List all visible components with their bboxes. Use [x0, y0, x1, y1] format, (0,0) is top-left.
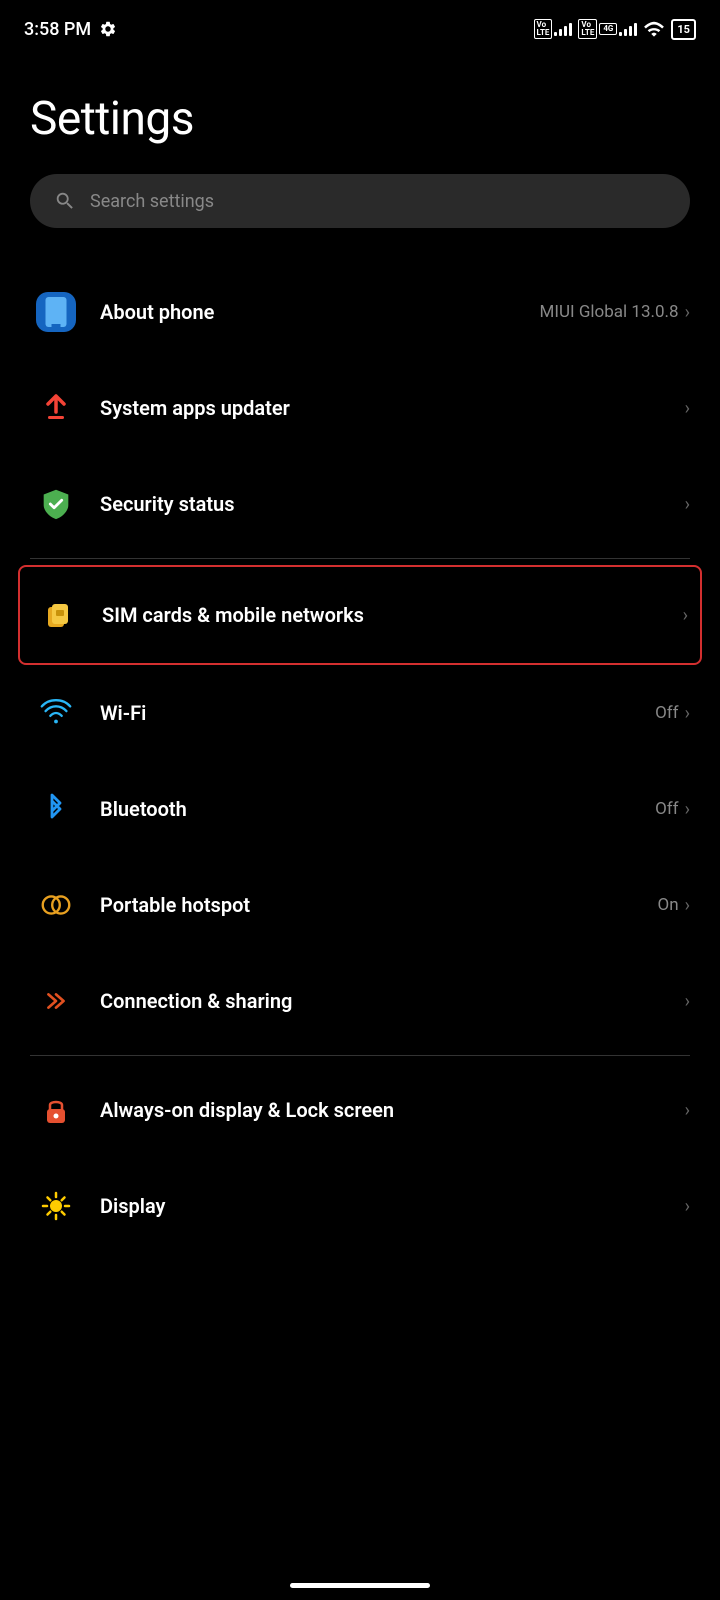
- divider-1: [30, 558, 690, 559]
- hotspot-right: On ›: [658, 895, 691, 916]
- bar1: [554, 32, 557, 36]
- home-indicator: [290, 1583, 430, 1588]
- settings-item-bluetooth[interactable]: Bluetooth Off ›: [30, 761, 690, 857]
- search-bar[interactable]: Search settings: [30, 174, 690, 228]
- battery-level: 15: [677, 23, 690, 36]
- bluetooth-label: Bluetooth: [100, 797, 187, 821]
- security-status-label: Security status: [100, 492, 234, 516]
- sim-cards-label: SIM cards & mobile networks: [102, 603, 364, 627]
- sim-cards-icon: [32, 589, 84, 641]
- always-on-label: Always-on display & Lock screen: [100, 1098, 394, 1122]
- volte-badge-2: VoLTE: [578, 19, 597, 39]
- security-status-icon: [30, 478, 82, 530]
- connection-chevron: ›: [685, 991, 690, 1012]
- wifi-content: Wi-Fi: [100, 700, 655, 726]
- system-apps-label: System apps updater: [100, 396, 290, 420]
- status-time-area: 3:58 PM: [24, 19, 117, 40]
- signal-bars-1: [554, 22, 572, 36]
- bar1: [619, 32, 622, 36]
- volte-signal-1: VoLTE: [534, 19, 573, 39]
- bar4: [634, 23, 637, 36]
- always-on-icon-item: [30, 1084, 82, 1136]
- hotspot-label: Portable hotspot: [100, 893, 250, 917]
- hotspot-chevron: ›: [685, 895, 690, 916]
- about-phone-icon: [30, 286, 82, 338]
- bluetooth-icon-item: [30, 783, 82, 835]
- volte-badge-1: VoLTE: [534, 19, 553, 39]
- connection-content: Connection & sharing: [100, 988, 685, 1014]
- signal-bars-2: [619, 22, 637, 36]
- bluetooth-right: Off ›: [655, 799, 690, 820]
- always-on-content: Always-on display & Lock screen: [100, 1097, 685, 1123]
- volte-4g-signal-2: VoLTE 4G: [578, 19, 637, 39]
- system-apps-chevron: ›: [685, 398, 690, 419]
- security-status-chevron: ›: [685, 494, 690, 515]
- about-phone-label: About phone: [100, 300, 214, 324]
- settings-gear-icon: [99, 20, 117, 38]
- status-icons-area: VoLTE VoLTE 4G 15: [534, 19, 696, 40]
- security-status-content: Security status: [100, 491, 685, 517]
- bar2: [559, 29, 562, 36]
- search-icon: [54, 190, 76, 212]
- 4g-badge: 4G: [599, 23, 617, 35]
- always-on-right: ›: [685, 1100, 690, 1121]
- wifi-status-icon: [643, 20, 665, 38]
- about-phone-chevron: ›: [685, 302, 690, 323]
- display-label: Display: [100, 1194, 165, 1218]
- system-apps-icon: [30, 382, 82, 434]
- connection-label: Connection & sharing: [100, 989, 292, 1013]
- divider-2: [30, 1055, 690, 1056]
- bar2: [624, 29, 627, 36]
- display-right: ›: [685, 1196, 690, 1217]
- status-bar: 3:58 PM VoLTE VoLTE 4G: [0, 0, 720, 52]
- security-status-right: ›: [685, 494, 690, 515]
- system-apps-right: ›: [685, 398, 690, 419]
- display-chevron: ›: [685, 1196, 690, 1217]
- settings-item-wifi[interactable]: Wi-Fi Off ›: [30, 665, 690, 761]
- bluetooth-chevron: ›: [685, 799, 690, 820]
- display-icon-item: [30, 1180, 82, 1232]
- about-phone-right: MIUI Global 13.0.8 ›: [540, 302, 690, 323]
- connection-right: ›: [685, 991, 690, 1012]
- about-phone-content: About phone: [100, 299, 540, 325]
- page-title: Settings: [30, 92, 690, 146]
- always-on-chevron: ›: [685, 1100, 690, 1121]
- sim-cards-right: ›: [683, 605, 688, 626]
- time-display: 3:58 PM: [24, 19, 91, 40]
- hotspot-content: Portable hotspot: [100, 892, 658, 918]
- settings-item-sim-cards[interactable]: SIM cards & mobile networks ›: [18, 565, 702, 665]
- sim-cards-content: SIM cards & mobile networks: [102, 602, 683, 628]
- settings-item-system-apps[interactable]: System apps updater ›: [30, 360, 690, 456]
- battery-indicator: 15: [671, 19, 696, 40]
- settings-item-about-phone[interactable]: About phone MIUI Global 13.0.8 ›: [30, 264, 690, 360]
- wifi-icon-item: [30, 687, 82, 739]
- bluetooth-value: Off: [655, 799, 679, 819]
- search-placeholder: Search settings: [90, 191, 666, 212]
- settings-item-connection[interactable]: Connection & sharing ›: [30, 953, 690, 1049]
- hotspot-value: On: [658, 895, 679, 915]
- bluetooth-content: Bluetooth: [100, 796, 655, 822]
- connection-icon-item: [30, 975, 82, 1027]
- bar3: [564, 26, 567, 36]
- wifi-label: Wi-Fi: [100, 701, 146, 725]
- wifi-value: Off: [655, 703, 679, 723]
- about-phone-value: MIUI Global 13.0.8: [540, 302, 679, 322]
- settings-item-security-status[interactable]: Security status ›: [30, 456, 690, 552]
- hotspot-icon-item: [30, 879, 82, 931]
- wifi-right: Off ›: [655, 703, 690, 724]
- bar3: [629, 26, 632, 36]
- settings-item-display[interactable]: Display ›: [30, 1158, 690, 1240]
- wifi-chevron: ›: [685, 703, 690, 724]
- display-content: Display: [100, 1193, 685, 1219]
- sim-cards-chevron: ›: [683, 605, 688, 626]
- main-content: Settings Search settings About phone MIU…: [0, 52, 720, 1240]
- settings-item-hotspot[interactable]: Portable hotspot On ›: [30, 857, 690, 953]
- system-apps-content: System apps updater: [100, 395, 685, 421]
- settings-item-always-on[interactable]: Always-on display & Lock screen ›: [30, 1062, 690, 1158]
- bar4: [569, 23, 572, 36]
